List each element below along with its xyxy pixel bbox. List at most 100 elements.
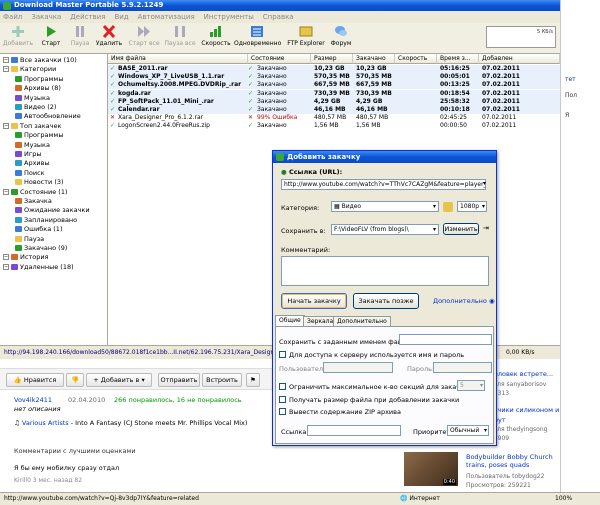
size-checkbox[interactable] <box>279 396 286 403</box>
table-row[interactable]: Xara_Designer_Pro_6.1.2.rar 99% Ошибка 480… <box>108 114 560 122</box>
quality-select[interactable]: 1080p ▾ <box>457 201 487 212</box>
simultaneous-button[interactable]: Одновременно <box>234 25 281 53</box>
tree-item[interactable]: Ожидание закачки <box>15 206 90 215</box>
col-status[interactable]: Состояние <box>248 54 311 64</box>
user-input[interactable] <box>323 362 393 373</box>
link-input[interactable] <box>307 425 401 436</box>
col-size[interactable]: Размер <box>311 54 353 64</box>
tree-item[interactable]: Архивы <box>15 159 50 168</box>
tree-item[interactable]: Музыка <box>15 141 50 150</box>
expand-icon[interactable]: − <box>3 263 9 270</box>
related-3-title[interactable]: Bodybuilder Bobby Church trains, poses q… <box>466 453 556 469</box>
tree-item[interactable]: Музыка <box>15 94 50 103</box>
dislike-button[interactable]: 👎 <box>66 373 84 387</box>
tab-general[interactable]: Общие <box>275 315 305 326</box>
tree-item[interactable]: Видео (2) <box>15 103 56 112</box>
tree-item[interactable]: Новости (3) <box>15 178 64 187</box>
related-1-title[interactable]: человек встрете... <box>490 370 553 378</box>
tree-item[interactable]: Поиск <box>15 169 45 178</box>
tree-item[interactable]: − Все закачки (10) <box>3 56 77 65</box>
share-button[interactable]: Отправить <box>158 373 200 387</box>
change-path-button[interactable]: Изменить <box>443 223 479 235</box>
category-select[interactable]: ▦ Видео ▾ <box>331 201 439 212</box>
table-row[interactable]: Ochumeltsy.2008.MPEG.DVDRip_.rar Закачано… <box>108 81 560 90</box>
col-time[interactable]: Время з... <box>437 54 479 64</box>
forum-button[interactable]: Форум <box>328 25 354 53</box>
col-name[interactable]: Имя файла <box>108 54 248 64</box>
start-all-button[interactable]: Старт все <box>126 25 162 53</box>
limit-select[interactable]: 5 ▾ <box>457 380 485 391</box>
pause-all-button[interactable]: Пауза все <box>162 25 198 53</box>
menu-tools[interactable]: Инструменты <box>204 13 254 21</box>
tab-advanced[interactable]: Дополнительно <box>333 316 391 326</box>
zoom-level[interactable]: 100% <box>555 493 572 505</box>
tree-item[interactable]: − Категории <box>3 65 56 74</box>
col-speed[interactable]: Скорость <box>395 54 437 64</box>
tree-item[interactable]: Игры <box>15 150 42 159</box>
rename-input[interactable] <box>399 334 492 345</box>
auth-checkbox[interactable] <box>279 351 286 358</box>
tree-item[interactable]: − Состояние (1) <box>3 188 68 197</box>
tree-item[interactable]: Ошибка (1) <box>15 225 62 234</box>
table-row[interactable]: LogonScreen2.44.0FreeRus.zip Закачано 1,56… <box>108 122 560 130</box>
checkmark-icon: ✓ <box>110 89 116 97</box>
tree-item[interactable]: Закачка <box>15 197 52 206</box>
folder-icon[interactable] <box>443 202 453 212</box>
url-input[interactable]: http://www.youtube.com/watch?v=TThVc7CAZ… <box>281 179 486 190</box>
tree-item[interactable]: Пауза <box>15 235 44 244</box>
song-artist[interactable]: Various Artists <box>22 419 69 427</box>
menu-file[interactable]: Файл <box>3 13 22 21</box>
expand-icon[interactable]: − <box>3 66 9 73</box>
table-row[interactable]: Calendar.rar Закачано 46,16 MB 46,16 MB 00:1… <box>108 106 560 114</box>
save-path-select[interactable]: F:\VideoFLV (from blogs)\ ▾ <box>331 224 439 235</box>
ftp-explorer-button[interactable]: FTP Explorer <box>286 25 326 53</box>
add-to-button[interactable]: + Добавить в ▾ <box>86 373 152 387</box>
menu-download[interactable]: Закачка <box>31 13 61 21</box>
tree-item[interactable]: Автообновление <box>15 112 81 121</box>
pause-button[interactable]: Пауза <box>66 25 94 53</box>
tree-item[interactable]: − Топ закачек <box>3 122 61 131</box>
tree-item[interactable]: Программы <box>15 75 63 84</box>
flag-button[interactable]: ⚑ <box>246 373 260 387</box>
delete-button[interactable]: Удалить <box>94 25 124 53</box>
comment-textarea[interactable] <box>281 256 489 286</box>
password-input[interactable] <box>433 362 492 373</box>
speed-button[interactable]: Скорость <box>200 25 232 53</box>
col-added[interactable]: Добавлен <box>479 54 560 64</box>
like-button[interactable]: 👍 Нравится <box>6 373 64 387</box>
zip-checkbox[interactable] <box>279 408 286 415</box>
table-row[interactable]: Windows_XP_7_LiveUSB_1.1.rar Закачано 570,… <box>108 73 560 82</box>
add-button[interactable]: Добавить <box>2 25 34 53</box>
url-dropdown-arrow[interactable]: ▾ <box>483 180 491 189</box>
more-options-link[interactable]: Дополнительно ◉ <box>433 297 495 305</box>
limit-checkbox[interactable] <box>279 383 286 390</box>
menu-automation[interactable]: Автоматизация <box>138 13 195 21</box>
start-button[interactable]: Старт <box>36 25 66 53</box>
table-row[interactable]: BASE_2011.rar Закачано 10,23 GB 10,23 GB 05:… <box>108 65 560 73</box>
tree-item[interactable]: − Удаленные (18) <box>3 263 74 272</box>
menu-actions[interactable]: Действия <box>70 13 105 21</box>
tree-item[interactable]: − История <box>3 253 48 262</box>
cell-name: LogonScreen2.44.0FreeRus.zip <box>118 122 210 130</box>
expand-icon[interactable]: − <box>3 57 9 63</box>
tree-item[interactable]: Закачано (9) <box>15 244 67 253</box>
menu-view[interactable]: Вид <box>114 13 128 21</box>
download-later-button[interactable]: Закачать позже <box>353 293 419 309</box>
priority-select[interactable]: Обычный ▾ <box>447 425 489 436</box>
tree-item[interactable]: Архивы (8) <box>15 84 61 93</box>
expand-icon[interactable]: − <box>3 188 9 195</box>
table-row[interactable]: kogda.rar Закачано 730,39 MB 730,39 MB 00:18… <box>108 89 560 98</box>
col-done[interactable]: Закачано <box>353 54 395 64</box>
menu-help[interactable]: Справка <box>263 13 294 21</box>
start-download-button[interactable]: Начать закачку <box>281 293 347 309</box>
table-row[interactable]: FP_SoftPack_11.01_Mini_.rar Закачано 4,29 … <box>108 97 560 106</box>
pin-icon[interactable]: ⇥ <box>483 224 489 232</box>
tree-item[interactable]: Программы <box>15 131 63 140</box>
embed-button[interactable]: Встроить <box>202 373 242 387</box>
expand-icon[interactable]: − <box>3 254 9 261</box>
tree-item[interactable]: Запланировано <box>15 216 77 225</box>
related-2-title[interactable]: асчики силиконом и <box>490 406 559 414</box>
expand-icon[interactable]: − <box>3 122 9 129</box>
uploader-link[interactable]: Vov4ik2411 <box>14 396 52 404</box>
related-3-thumbnail[interactable]: 0:40 <box>404 452 458 486</box>
